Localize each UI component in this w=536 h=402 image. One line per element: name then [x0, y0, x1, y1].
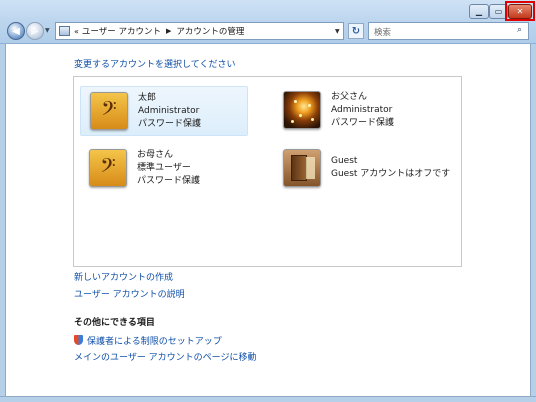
minimize-icon: ▁	[475, 7, 483, 16]
account-list: 𝄢 太郎 Administrator パスワード保護 お父さん Administ…	[73, 76, 462, 267]
other-tasks-heading: その他にできる項目	[74, 318, 155, 328]
refresh-button[interactable]: ↻	[348, 23, 364, 39]
window-frame-right	[530, 44, 536, 402]
back-arrow-icon: ◀	[12, 25, 20, 37]
account-status: パスワード保護	[331, 118, 395, 128]
account-status: パスワード保護	[137, 176, 201, 186]
forward-arrow-icon: ▶	[31, 25, 39, 37]
address-dropdown-icon[interactable]: ▼	[335, 28, 340, 35]
account-name: お父さん	[331, 92, 368, 102]
minimize-button[interactable]: ▁	[469, 4, 489, 19]
parental-controls-link[interactable]: 保護者による制限のセットアップ	[74, 334, 222, 347]
account-type: Administrator	[138, 106, 200, 116]
back-button[interactable]: ◀	[7, 22, 25, 40]
breadcrumb-separator-icon[interactable]: ▶	[166, 27, 171, 35]
account-name: お母さん	[137, 150, 174, 160]
account-guest[interactable]: Guest Guest アカウントはオフです	[283, 149, 450, 187]
guitar-avatar-icon: 𝄢	[89, 149, 127, 187]
account-name: 太郎	[138, 93, 157, 103]
create-account-link[interactable]: 新しいアカウントの作成	[74, 270, 173, 283]
account-type: Guest アカウントはオフです	[331, 169, 451, 179]
account-status: パスワード保護	[138, 119, 202, 129]
account-type: Administrator	[331, 105, 393, 115]
recent-pages-dropdown-icon[interactable]: ▼	[45, 27, 50, 34]
page-heading: 変更するアカウントを選択してください	[74, 60, 236, 70]
refresh-icon: ↻	[351, 25, 361, 37]
control-panel-icon	[59, 26, 70, 36]
account-mother[interactable]: 𝄢 お母さん 標準ユーザー パスワード保護	[89, 149, 200, 188]
sparkle-avatar-icon	[283, 91, 321, 129]
account-taro[interactable]: 𝄢 太郎 Administrator パスワード保護	[80, 86, 248, 136]
window-frame-bottom	[0, 396, 536, 402]
maximize-icon: ▭	[494, 7, 503, 16]
address-overflow-icon[interactable]: «	[74, 27, 79, 36]
account-name: Guest	[331, 156, 358, 166]
account-father[interactable]: お父さん Administrator パスワード保護	[283, 91, 394, 130]
address-bar[interactable]: « ユーザー アカウント ▶ アカウントの管理	[55, 22, 344, 40]
main-page-link[interactable]: メインのユーザー アカウントのページに移動	[74, 350, 257, 363]
close-button-highlight-frame	[505, 1, 535, 21]
guitar-avatar-icon: 𝄢	[90, 92, 128, 130]
breadcrumb-user-accounts[interactable]: ユーザー アカウント	[82, 25, 161, 37]
door-avatar-icon	[283, 149, 321, 187]
forward-button[interactable]: ▶	[26, 22, 44, 40]
search-icon[interactable]: ⌕	[517, 25, 522, 35]
account-help-link[interactable]: ユーザー アカウントの説明	[74, 287, 185, 300]
shield-icon	[74, 335, 83, 345]
account-type: 標準ユーザー	[137, 163, 191, 173]
search-input[interactable]: 検索	[368, 22, 529, 40]
breadcrumb-manage-accounts[interactable]: アカウントの管理	[176, 25, 244, 37]
window-frame-left	[0, 44, 6, 402]
parental-controls-label: 保護者による制限のセットアップ	[87, 337, 222, 347]
